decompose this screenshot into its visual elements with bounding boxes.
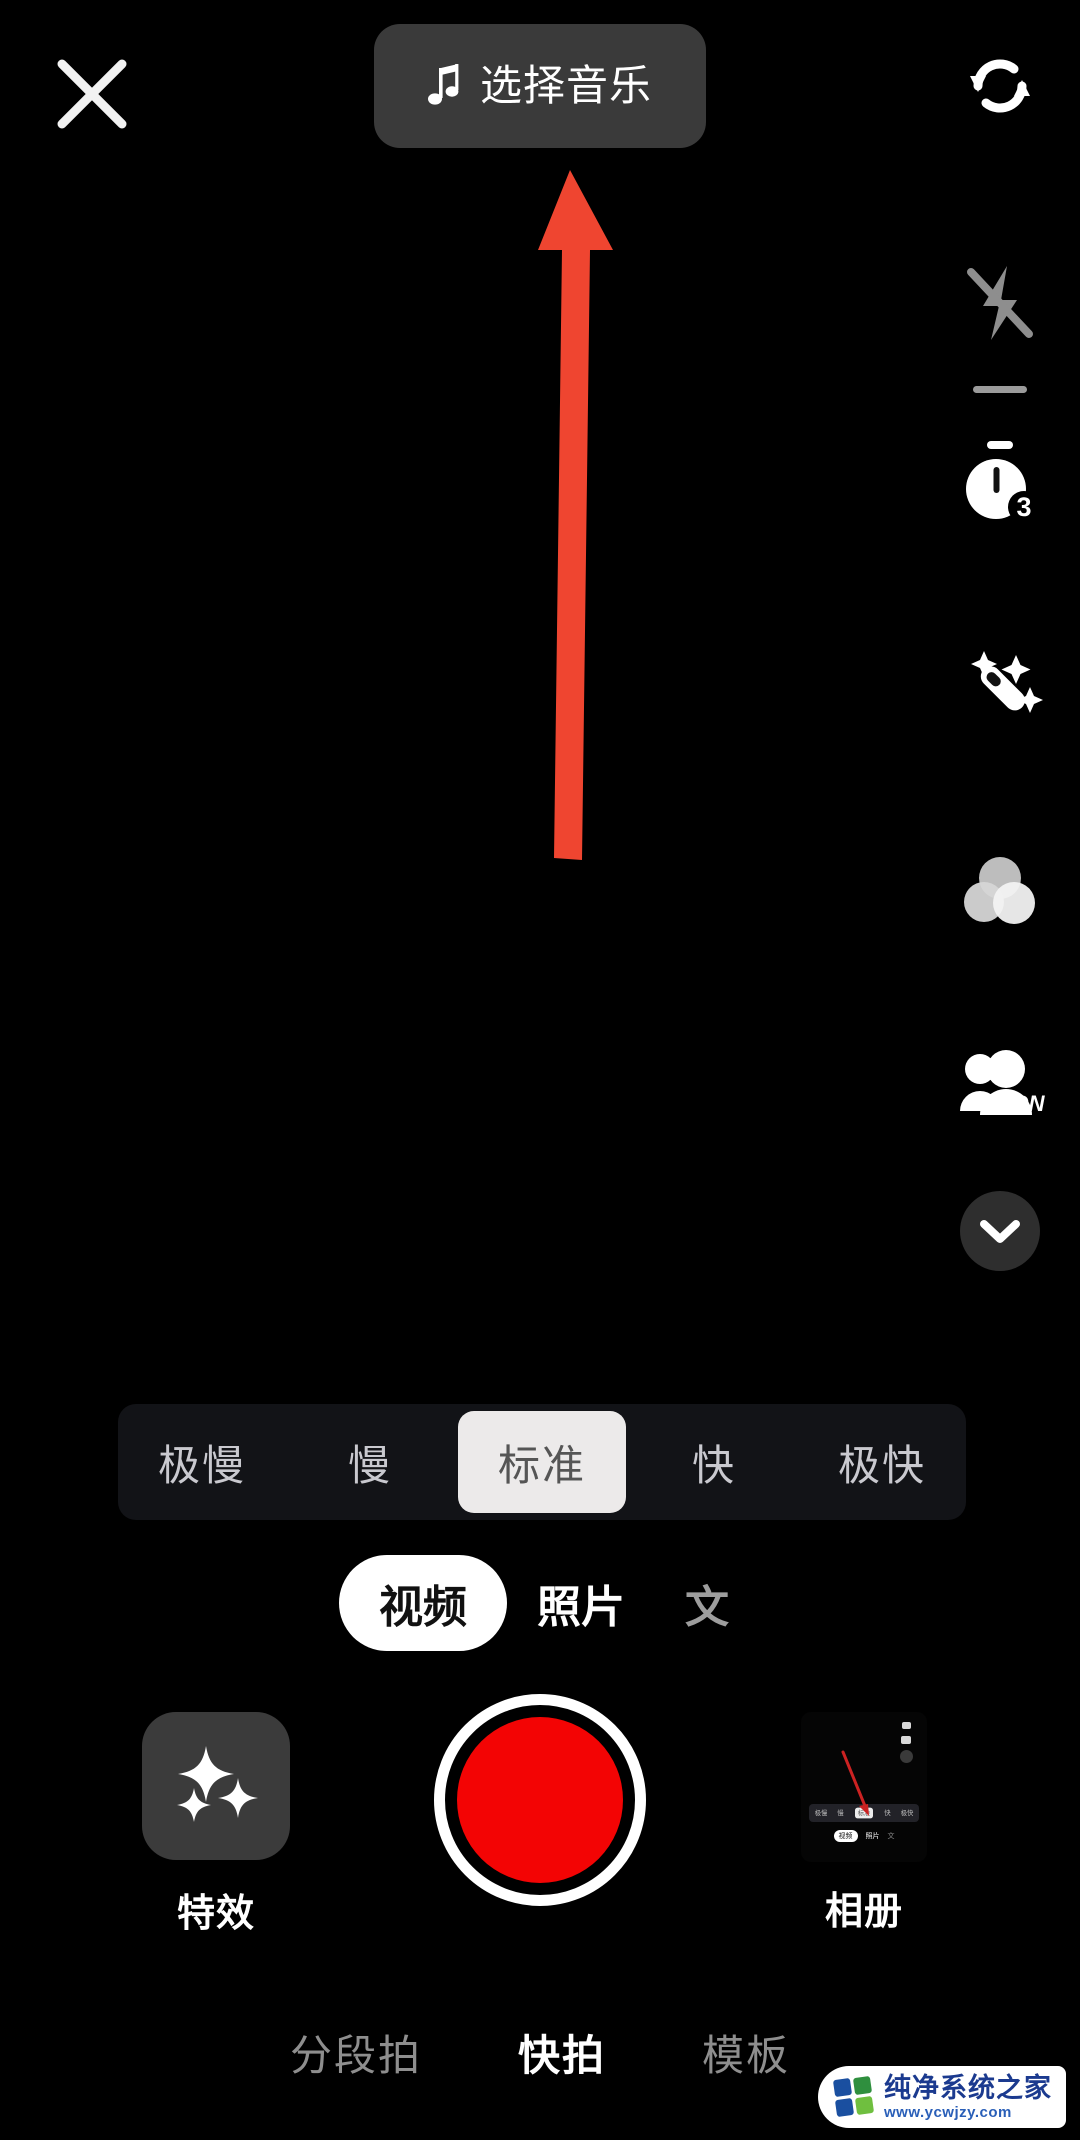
flip-camera-button[interactable] <box>940 40 1060 132</box>
tab-photo[interactable]: 照片 <box>507 1571 655 1635</box>
tab-video[interactable]: 视频 <box>339 1555 507 1651</box>
record-button-inner <box>457 1717 623 1883</box>
select-music-label: 选择音乐 <box>479 62 652 109</box>
watermark: 纯净系统之家 www.ycwjzy.com <box>818 2066 1066 2128</box>
watermark-url: www.ycwjzy.com <box>884 2103 1012 2121</box>
speed-option-fast[interactable]: 快 <box>630 1404 798 1520</box>
capture-controls: 特效 极慢 慢 标准 快 极快 视频 照片 文 相册 <box>0 1690 1080 1970</box>
duet-toggle-button[interactable]: ON <box>940 1049 1060 1135</box>
album-thumbnail: 极慢 慢 标准 快 极快 视频 照片 文 <box>801 1712 927 1862</box>
album-button[interactable]: 极慢 慢 标准 快 极快 视频 照片 文 相册 <box>790 1712 938 1935</box>
annotation-arrow-icon <box>538 170 613 860</box>
effects-tile <box>142 1712 290 1860</box>
nav-item-quick[interactable]: 快拍 <box>518 2022 606 2083</box>
speed-option-standard[interactable]: 标准 <box>458 1411 626 1513</box>
duet-state-label: ON <box>1012 1091 1046 1116</box>
effects-label: 特效 <box>176 1893 255 1935</box>
speed-option-slow[interactable]: 慢 <box>286 1404 454 1520</box>
timer-button[interactable]: 3 <box>940 437 1060 529</box>
capture-mode-tabs: 视频 照片 文 <box>0 1548 1080 1658</box>
nav-item-segmented[interactable]: 分段拍 <box>290 2022 422 2083</box>
tool-rail: 3 ON <box>920 40 1080 1271</box>
flash-off-icon <box>967 266 1033 340</box>
close-icon <box>57 59 127 129</box>
close-button[interactable] <box>46 48 138 140</box>
record-button[interactable] <box>434 1694 646 1906</box>
nav-item-template[interactable]: 模板 <box>702 2022 790 2083</box>
select-music-button[interactable]: 选择音乐 <box>374 24 706 148</box>
camera-flip-icon <box>970 59 1030 113</box>
beautify-button[interactable] <box>940 641 1060 733</box>
camera-screen: 选择音乐 3 ON 极慢 慢 标准 快 极快 视频 照片 文 特效 极慢 慢 标… <box>0 0 1080 2140</box>
rail-divider <box>973 386 1027 393</box>
flash-button[interactable] <box>940 260 1060 346</box>
timer-count-label: 3 <box>1016 492 1031 522</box>
filters-button[interactable] <box>940 845 1060 937</box>
watermark-text: 纯净系统之家 www.ycwjzy.com <box>884 2072 1052 2121</box>
chevron-down-icon <box>980 1220 1020 1243</box>
speed-selector[interactable]: 极慢 慢 标准 快 极快 <box>118 1404 966 1520</box>
people-icon: ON <box>960 1050 1046 1116</box>
mini-annotation-arrow-icon <box>841 1750 869 1816</box>
effects-button[interactable]: 特效 <box>142 1712 290 1937</box>
album-label: 相册 <box>824 1891 903 1933</box>
watermark-logo-icon <box>832 2075 875 2118</box>
tab-text[interactable]: 文 <box>655 1571 741 1635</box>
speed-option-very-slow[interactable]: 极慢 <box>118 1404 286 1520</box>
watermark-title: 纯净系统之家 <box>884 2072 1052 2103</box>
music-note-icon <box>427 64 459 105</box>
magic-wand-sparkle-icon <box>971 651 1043 713</box>
timer-icon: 3 <box>966 441 1040 523</box>
three-circles-filter-icon <box>964 857 1035 924</box>
speed-option-very-fast[interactable]: 极快 <box>798 1404 966 1520</box>
sparkles-icon <box>177 1746 258 1822</box>
collapse-rail-button[interactable] <box>960 1191 1040 1271</box>
